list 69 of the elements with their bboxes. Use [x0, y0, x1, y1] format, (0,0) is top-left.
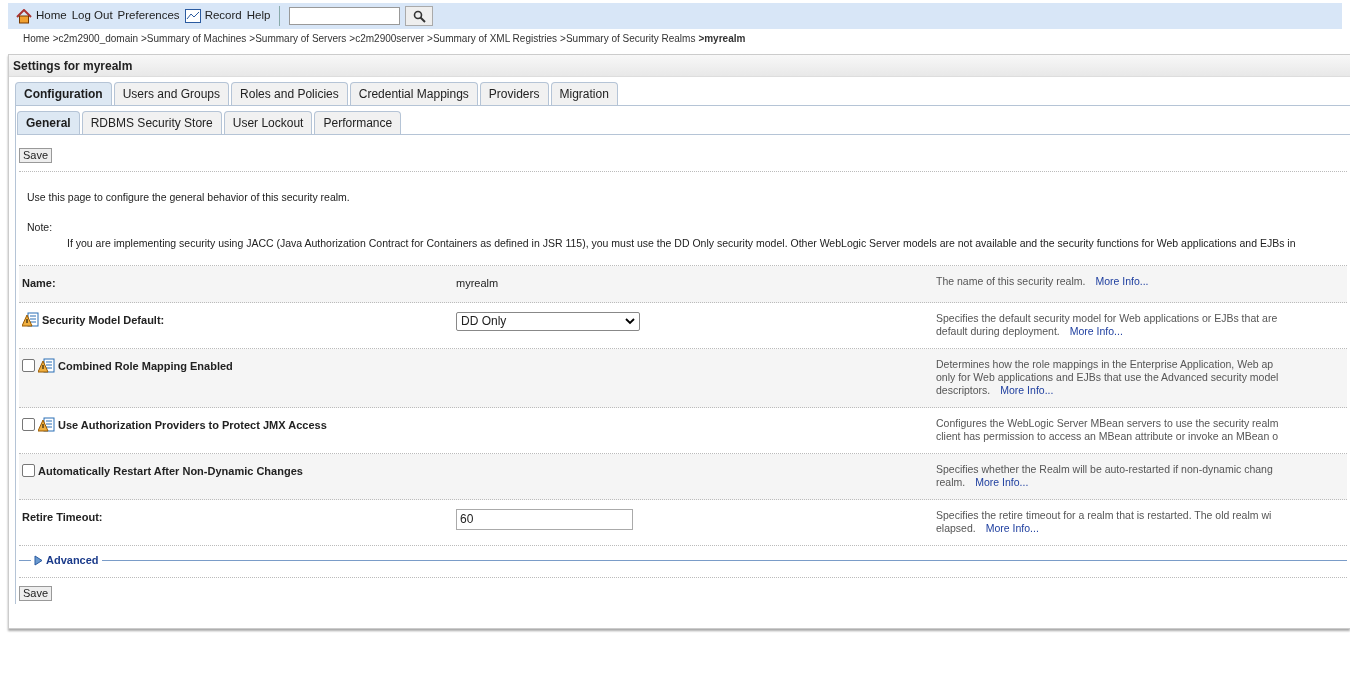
field-label: Name:: [22, 276, 56, 292]
help-text: Specifies the default security model for Web applications or EJBs that are: [936, 311, 1278, 325]
help-text: default during deployment.: [936, 324, 1060, 338]
warning-document-icon: [38, 416, 55, 433]
field-label: Combined Role Mapping Enabled: [58, 358, 233, 374]
field-label: Retire Timeout:: [22, 509, 103, 525]
note-label: Note:: [27, 219, 54, 235]
more-info-link[interactable]: More Info...: [1000, 383, 1054, 397]
help-text: descriptors.: [936, 383, 991, 397]
checkbox[interactable]: [22, 417, 35, 431]
help-text: realm.: [936, 475, 966, 489]
help-text: Specifies whether the Realm will be auto-restarted if non-dynamic chang: [936, 462, 1273, 476]
field-value: myrealm: [456, 277, 499, 290]
breadcrumb-current[interactable]: >myrealm: [698, 31, 746, 46]
warning-document-icon: [38, 357, 55, 374]
search-button[interactable]: [405, 6, 434, 26]
chart-icon[interactable]: [184, 9, 201, 23]
more-info-link[interactable]: More Info...: [1095, 275, 1149, 289]
help-text: elapsed.: [936, 521, 976, 535]
advanced-link[interactable]: Advanced: [46, 551, 99, 569]
breadcrumb-link[interactable]: >c2m2900server: [349, 31, 425, 46]
tab[interactable]: RDBMS Security Store: [81, 111, 222, 134]
tab[interactable]: Performance: [314, 111, 402, 134]
breadcrumb-link[interactable]: >Summary of XML Registries: [427, 31, 558, 46]
toolbar-link[interactable]: Preferences: [117, 7, 180, 25]
checkbox[interactable]: [22, 463, 35, 477]
warning-document-icon: [22, 311, 39, 328]
save-button[interactable]: Save: [19, 148, 53, 163]
breadcrumb-link[interactable]: >Summary of Servers: [249, 31, 347, 46]
field-label: Security Model Default:: [42, 312, 165, 328]
home-icon[interactable]: [16, 8, 32, 24]
chevron-down-icon: [625, 317, 635, 325]
toolbar-link[interactable]: Record: [204, 7, 242, 25]
field-label: Automatically Restart After Non-Dynamic Changes: [38, 463, 303, 479]
tab[interactable]: Migration: [550, 82, 618, 105]
help-text: The name of this security realm.: [936, 275, 1086, 289]
note-text: If you are implementing security using JACC (Java Authorization Contract for Containers as defined in JSR 115), you must use the DD Only security model. Other WebLogic Server models are not available and the security functions for Web applications and EJBs in: [67, 235, 1297, 251]
help-text: Determines how the role mappings in the Enterprise Application, Web ap: [936, 357, 1274, 371]
tab[interactable]: User Lockout: [223, 111, 313, 134]
breadcrumb-link[interactable]: >Summary of Machines: [141, 31, 247, 46]
toolbar-link[interactable]: Help: [246, 7, 271, 25]
more-info-link[interactable]: More Info...: [975, 475, 1029, 489]
help-text: only for Web applications and EJBs that use the Advanced security model: [936, 370, 1279, 384]
search-icon: [412, 9, 426, 23]
help-text: Configures the WebLogic Server MBean servers to use the security realm: [936, 416, 1279, 430]
save-button[interactable]: Save: [19, 586, 53, 602]
select-field[interactable]: DD Only: [456, 311, 640, 331]
more-info-link[interactable]: More Info...: [985, 521, 1039, 535]
tab[interactable]: Users and Groups: [113, 82, 230, 105]
panel-title: Settings for myrealm: [9, 55, 1350, 77]
field-label: Use Authorization Providers to Protect JMX Access: [58, 417, 327, 433]
tab[interactable]: Providers: [479, 82, 549, 105]
breadcrumb-link[interactable]: >Summary of Security Realms: [560, 31, 696, 46]
breadcrumb-link[interactable]: Home: [23, 31, 50, 46]
help-text: client has permission to access an MBean attribute or invoke an MBean o: [936, 429, 1278, 443]
tab[interactable]: General: [17, 111, 80, 134]
tab[interactable]: Credential Mappings: [349, 82, 478, 105]
more-info-link[interactable]: More Info...: [1069, 324, 1123, 338]
input-field[interactable]: 60: [456, 508, 633, 530]
help-text: Specifies the retire timeout for a realm that is restarted. The old realm wi: [936, 508, 1272, 522]
expand-triangle-icon[interactable]: [34, 554, 43, 566]
checkbox[interactable]: [22, 358, 35, 372]
tab[interactable]: Configuration: [15, 82, 112, 105]
toolbar-link[interactable]: Log Out: [71, 7, 113, 25]
breadcrumb-link[interactable]: >c2m2900_domain: [52, 31, 139, 46]
search-field[interactable]: [289, 7, 401, 25]
tab[interactable]: Roles and Policies: [231, 82, 348, 105]
intro-text: Use this page to configure the general behavior of this security realm.: [27, 190, 351, 205]
toolbar-link[interactable]: Home: [36, 7, 67, 25]
